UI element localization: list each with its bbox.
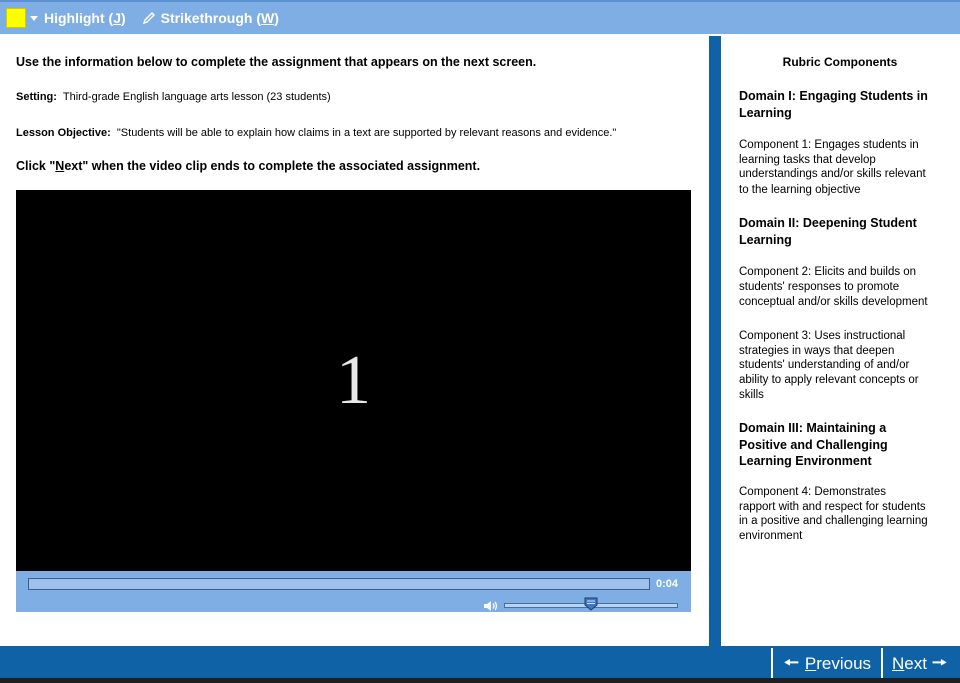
highlight-button[interactable]: Highlight (J) xyxy=(44,10,126,26)
video-time: 0:04 xyxy=(656,578,679,590)
click-next-instruction: Click "Next" when the video clip ends to… xyxy=(16,159,480,173)
video-player[interactable]: 1 xyxy=(16,190,691,571)
rubric-title: Rubric Components xyxy=(782,55,898,69)
footer-separator xyxy=(881,648,883,679)
component-3: Component 3: Uses instructional strategi… xyxy=(739,329,944,403)
video-progress-bar[interactable] xyxy=(28,578,650,590)
next-label: Next xyxy=(892,654,927,674)
arrow-left-icon: 🠔 xyxy=(784,652,799,672)
previous-label-rest: revious xyxy=(816,654,872,673)
component-2-line: conceptual and/or skills development xyxy=(739,296,928,308)
click-next-shortcut: N xyxy=(55,159,65,173)
previous-button[interactable]: 🠔 Previous xyxy=(784,651,871,677)
component-1-line: understandings and/or skills relevant xyxy=(739,168,926,180)
component-1-line: learning tasks that develop xyxy=(739,153,876,166)
chevron-down-icon[interactable] xyxy=(30,15,38,21)
component-4-line: rapport with and respect for students xyxy=(739,500,926,513)
objective-line: Lesson Objective: "Students will be able… xyxy=(16,127,616,139)
volume-slider-handle[interactable] xyxy=(584,597,598,611)
pencil-icon xyxy=(142,12,155,25)
domain-2-line: Learning xyxy=(739,232,792,247)
domain-2-line: Domain II: Deepening Student xyxy=(739,216,917,230)
click-next-prefix: Click " xyxy=(16,159,56,173)
strikethrough-button[interactable]: Strikethrough (W) xyxy=(142,10,279,26)
instruction-text: Use the information below to complete th… xyxy=(16,55,537,69)
domain-3-heading: Domain III: Maintaining a Positive and C… xyxy=(739,420,944,470)
previous-shortcut: P xyxy=(804,654,817,673)
arrow-right-icon: 🠖 xyxy=(931,652,947,672)
annotation-toolbar: Highlight (J) Strikethrough (W) xyxy=(0,0,960,34)
domain-3-line: Learning Environment xyxy=(739,454,872,468)
objective-label: Lesson Objective: xyxy=(16,127,111,139)
component-3-line: ability to apply relevant concepts or xyxy=(739,373,919,386)
next-shortcut: N xyxy=(892,654,905,673)
strikethrough-label-close: ) xyxy=(274,10,279,26)
highlight-label: Highlight ( xyxy=(44,10,114,26)
component-3-line: skills xyxy=(739,389,764,401)
component-3-line: students' understanding of and/or xyxy=(739,359,910,371)
previous-label: Previous xyxy=(805,654,871,674)
setting-line: Setting: Third-grade English language ar… xyxy=(16,91,331,103)
next-button[interactable]: Next 🠖 xyxy=(892,651,947,677)
highlight-label-close: ) xyxy=(121,10,126,26)
domain-1-line: Domain I: Engaging Students in xyxy=(739,89,928,103)
volume-icon[interactable] xyxy=(483,599,499,613)
component-3-line: Component 3: Uses instructional xyxy=(739,330,906,342)
click-next-rest: ext" when the video clip ends to complet… xyxy=(64,159,481,173)
domain-1-heading: Domain I: Engaging Students in Learning xyxy=(739,88,944,121)
strikethrough-label: Strikethrough ( xyxy=(160,10,262,26)
pane-divider[interactable] xyxy=(709,36,721,646)
component-4: Component 4: Demonstrates rapport with a… xyxy=(739,485,944,543)
domain-2-heading: Domain II: Deepening Student Learning xyxy=(739,215,944,248)
domain-3-line: Domain III: Maintaining a xyxy=(739,421,887,435)
component-4-line: in a positive and challenging learning xyxy=(739,515,928,527)
component-1-line: Component 1: Engages students in xyxy=(739,139,919,151)
component-1-line: to the learning objective xyxy=(739,183,861,196)
component-2-line: Component 2: Elicits and builds on xyxy=(739,266,917,278)
objective-value: "Students will be able to explain how cl… xyxy=(116,127,617,139)
domain-1-line: Learning xyxy=(739,105,792,120)
strikethrough-shortcut: W xyxy=(261,10,275,26)
domain-3-line: Positive and Challenging xyxy=(739,437,888,452)
setting-label: Setting: xyxy=(16,91,57,103)
component-2: Component 2: Elicits and builds on stude… xyxy=(739,265,944,310)
component-4-line: Component 4: Demonstrates xyxy=(739,486,887,498)
component-4-line: environment xyxy=(739,529,803,542)
footer-bottom-strip xyxy=(0,678,960,683)
video-controls: 0:04 xyxy=(16,571,691,612)
next-label-rest: ext xyxy=(904,654,927,673)
setting-value: Third-grade English language arts lesson… xyxy=(62,91,331,103)
component-1: Component 1: Engages students in learnin… xyxy=(739,138,944,197)
highlight-color-swatch[interactable] xyxy=(6,8,26,28)
video-frame-text: 1 xyxy=(336,341,371,419)
component-2-line: students' responses to promote xyxy=(739,280,900,293)
footer-separator xyxy=(771,648,773,679)
component-3-line: strategies in ways that deepen xyxy=(739,344,895,357)
highlight-shortcut: J xyxy=(113,10,121,26)
